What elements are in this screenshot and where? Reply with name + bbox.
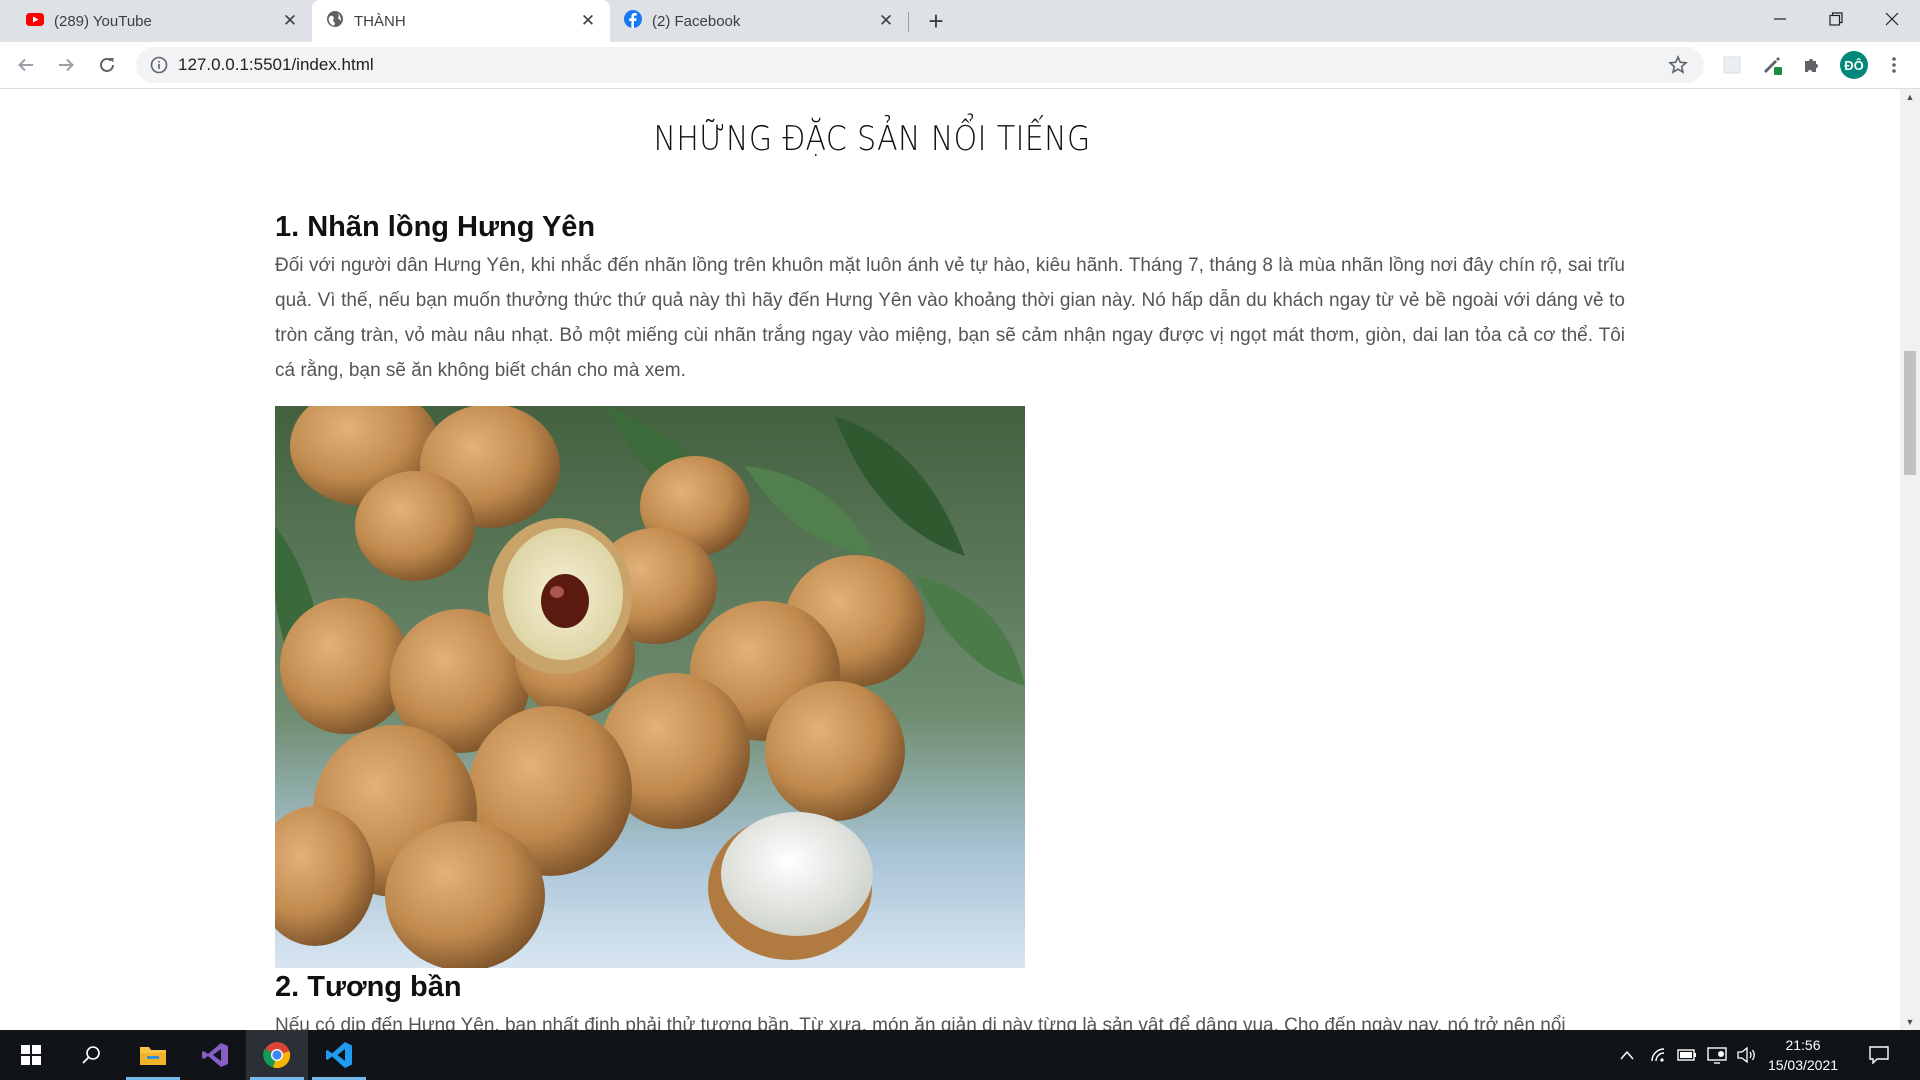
longan-photo <box>275 406 1025 968</box>
scroll-up-icon[interactable]: ▲ <box>1900 89 1920 105</box>
close-icon[interactable]: ✕ <box>578 11 598 31</box>
facebook-icon <box>624 10 642 32</box>
menu-button[interactable] <box>1878 49 1910 81</box>
arrow-left-icon <box>18 58 33 72</box>
star-icon[interactable] <box>1668 54 1688 80</box>
section-2: 2. Tương bần Nếu có dịp đến Hưng Yên, bạ… <box>275 971 1625 1030</box>
chrome-icon[interactable] <box>246 1030 308 1080</box>
clock-time: 21:56 <box>1785 1037 1821 1053</box>
more-vertical-icon <box>1892 57 1896 73</box>
tab-youtube[interactable]: (289) YouTube ✕ <box>0 0 312 42</box>
scroll-thumb[interactable] <box>1904 351 1916 475</box>
arrow-right-icon <box>59 58 74 72</box>
close-icon[interactable]: ✕ <box>280 11 300 31</box>
youtube-icon <box>26 12 44 30</box>
network-icon[interactable] <box>1706 1045 1728 1065</box>
restore-button[interactable] <box>1808 0 1864 38</box>
file-explorer-icon[interactable] <box>122 1030 184 1080</box>
page-viewport: NHỮNG ĐẶC SẢN NỔI TIẾNG 1. Nhãn lồng Hưn… <box>0 89 1900 1030</box>
reload-icon <box>100 58 114 72</box>
globe-icon <box>326 10 344 32</box>
notification-icon[interactable] <box>1868 1045 1890 1065</box>
search-icon[interactable] <box>60 1030 122 1080</box>
info-icon[interactable] <box>150 56 168 79</box>
page-scrollbar[interactable]: ▲ ▼ <box>1900 89 1920 1030</box>
tab-title: (289) YouTube <box>54 12 152 30</box>
close-icon <box>1885 12 1899 26</box>
battery-icon[interactable] <box>1676 1045 1698 1065</box>
minimize-icon <box>1774 18 1786 20</box>
close-icon[interactable]: ✕ <box>876 11 896 31</box>
forward-button[interactable] <box>50 49 82 81</box>
profile-avatar[interactable]: ĐÔ <box>1840 51 1868 79</box>
new-tab-button[interactable]: + <box>922 6 950 36</box>
section-text: Đối với người dân Hưng Yên, khi nhắc đến… <box>275 255 1625 381</box>
url-text[interactable]: 127.0.0.1:5501/index.html <box>178 55 374 75</box>
tab-divider <box>908 12 909 32</box>
extension-placeholder-icon[interactable] <box>1716 49 1748 81</box>
tab-title: (2) Facebook <box>652 12 741 30</box>
scroll-down-icon[interactable]: ▼ <box>1900 1014 1920 1030</box>
visual-studio-icon[interactable] <box>184 1030 246 1080</box>
tab-facebook[interactable]: (2) Facebook ✕ <box>610 0 908 42</box>
chevron-up-icon[interactable] <box>1616 1045 1638 1065</box>
minimize-button[interactable] <box>1752 0 1808 38</box>
section-heading: 1. Nhãn lồng Hưng Yên <box>275 211 596 243</box>
reload-button[interactable] <box>91 49 123 81</box>
page-title: NHỮNG ĐẶC SẢN NỔI TIẾNG <box>653 119 1091 159</box>
system-clock[interactable]: 21:56 15/03/2021 <box>1758 1035 1848 1075</box>
vscode-icon[interactable] <box>308 1030 370 1080</box>
clock-date: 15/03/2021 <box>1767 1057 1839 1073</box>
section-1: 1. Nhãn lồng Hưng Yên Đối với người dân … <box>275 211 1625 388</box>
extension-pen-icon[interactable] <box>1756 49 1788 81</box>
section-heading: 2. Tương bần <box>275 971 462 1003</box>
wifi-icon[interactable] <box>1648 1045 1670 1065</box>
tab-title: THÀNH <box>354 12 406 30</box>
tab-strip: (289) YouTube ✕ THÀNH ✕ (2) Facebook ✕ + <box>0 0 1920 42</box>
back-button[interactable] <box>10 49 42 81</box>
volume-icon[interactable] <box>1736 1045 1758 1065</box>
browser-toolbar: 127.0.0.1:5501/index.html ĐÔ <box>0 42 1920 89</box>
close-window-button[interactable] <box>1864 0 1920 38</box>
windows-start-icon[interactable] <box>0 1030 62 1080</box>
tab-thanh[interactable]: THÀNH ✕ <box>312 0 610 42</box>
windows-taskbar: 21:56 15/03/2021 <box>0 1030 1920 1080</box>
restore-icon <box>1829 12 1843 26</box>
extensions-puzzle-icon[interactable] <box>1796 49 1828 81</box>
address-bar[interactable]: 127.0.0.1:5501/index.html <box>136 47 1704 83</box>
section-text: Nếu có dịp đến Hưng Yên, bạn nhất định p… <box>275 1015 1566 1030</box>
